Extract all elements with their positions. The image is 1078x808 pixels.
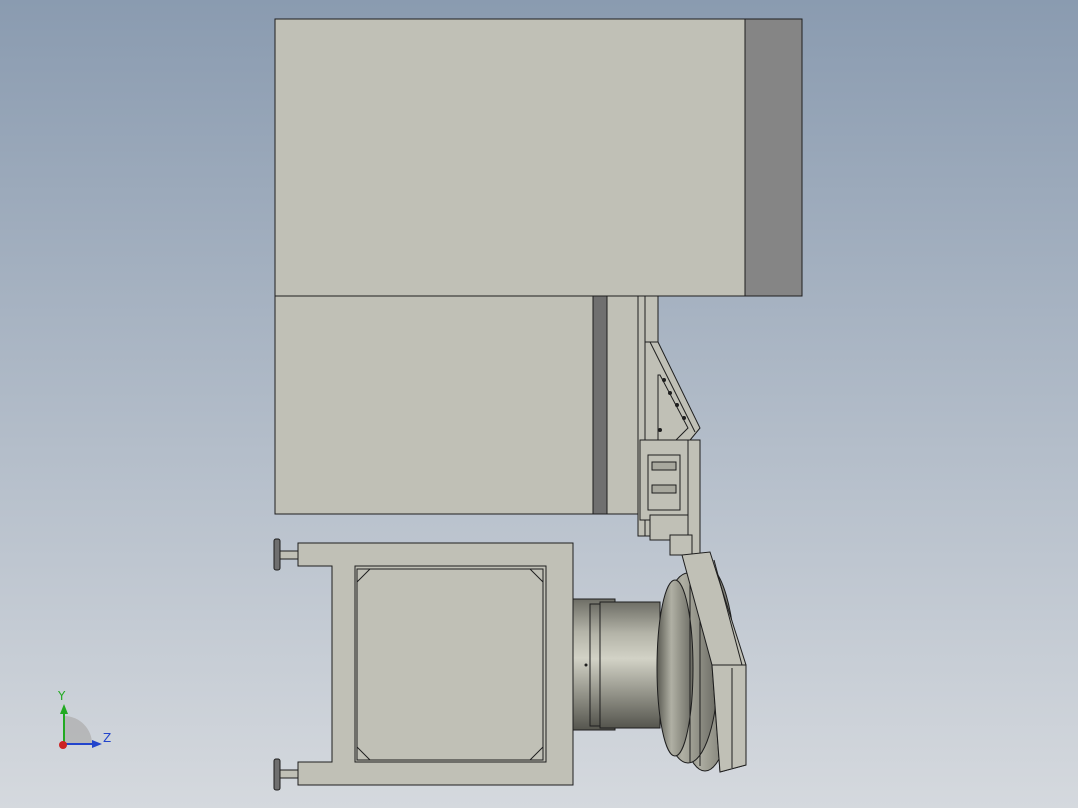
pulley-hub: [656, 579, 694, 757]
middle-housing-side[interactable]: [592, 295, 608, 515]
carriage-detail: [651, 484, 677, 494]
bracket-hole: [662, 378, 666, 382]
cad-graphics-viewport[interactable]: Y Z: [0, 0, 1078, 808]
middle-housing-gap: [606, 295, 639, 515]
middle-housing[interactable]: [274, 295, 639, 515]
upper-housing[interactable]: [274, 18, 803, 297]
frame-window-panel[interactable]: [356, 568, 544, 761]
upper-housing-face[interactable]: [274, 18, 746, 297]
triad-x-axis-dot: [59, 741, 67, 749]
middle-housing-face[interactable]: [274, 295, 594, 515]
triad-z-label: Z: [103, 731, 111, 745]
motor-marker: [584, 663, 588, 667]
foot-stem: [279, 769, 299, 779]
foot-stem: [279, 550, 299, 560]
motor-collar: [589, 603, 601, 727]
carriage-link[interactable]: [669, 534, 693, 556]
bracket-hole: [668, 391, 672, 395]
foot-pad[interactable]: [273, 758, 281, 791]
bracket-hole: [658, 428, 662, 432]
triad-y-label: Y: [57, 689, 66, 703]
foot-pad[interactable]: [273, 538, 281, 571]
bracket-hole: [682, 416, 686, 420]
bracket-hole: [675, 403, 679, 407]
motor-body[interactable]: [599, 601, 661, 729]
upper-housing-side[interactable]: [744, 18, 803, 297]
spindle-motor[interactable]: [572, 598, 661, 731]
lower-frame[interactable]: [297, 542, 574, 786]
carriage-detail: [651, 461, 677, 471]
